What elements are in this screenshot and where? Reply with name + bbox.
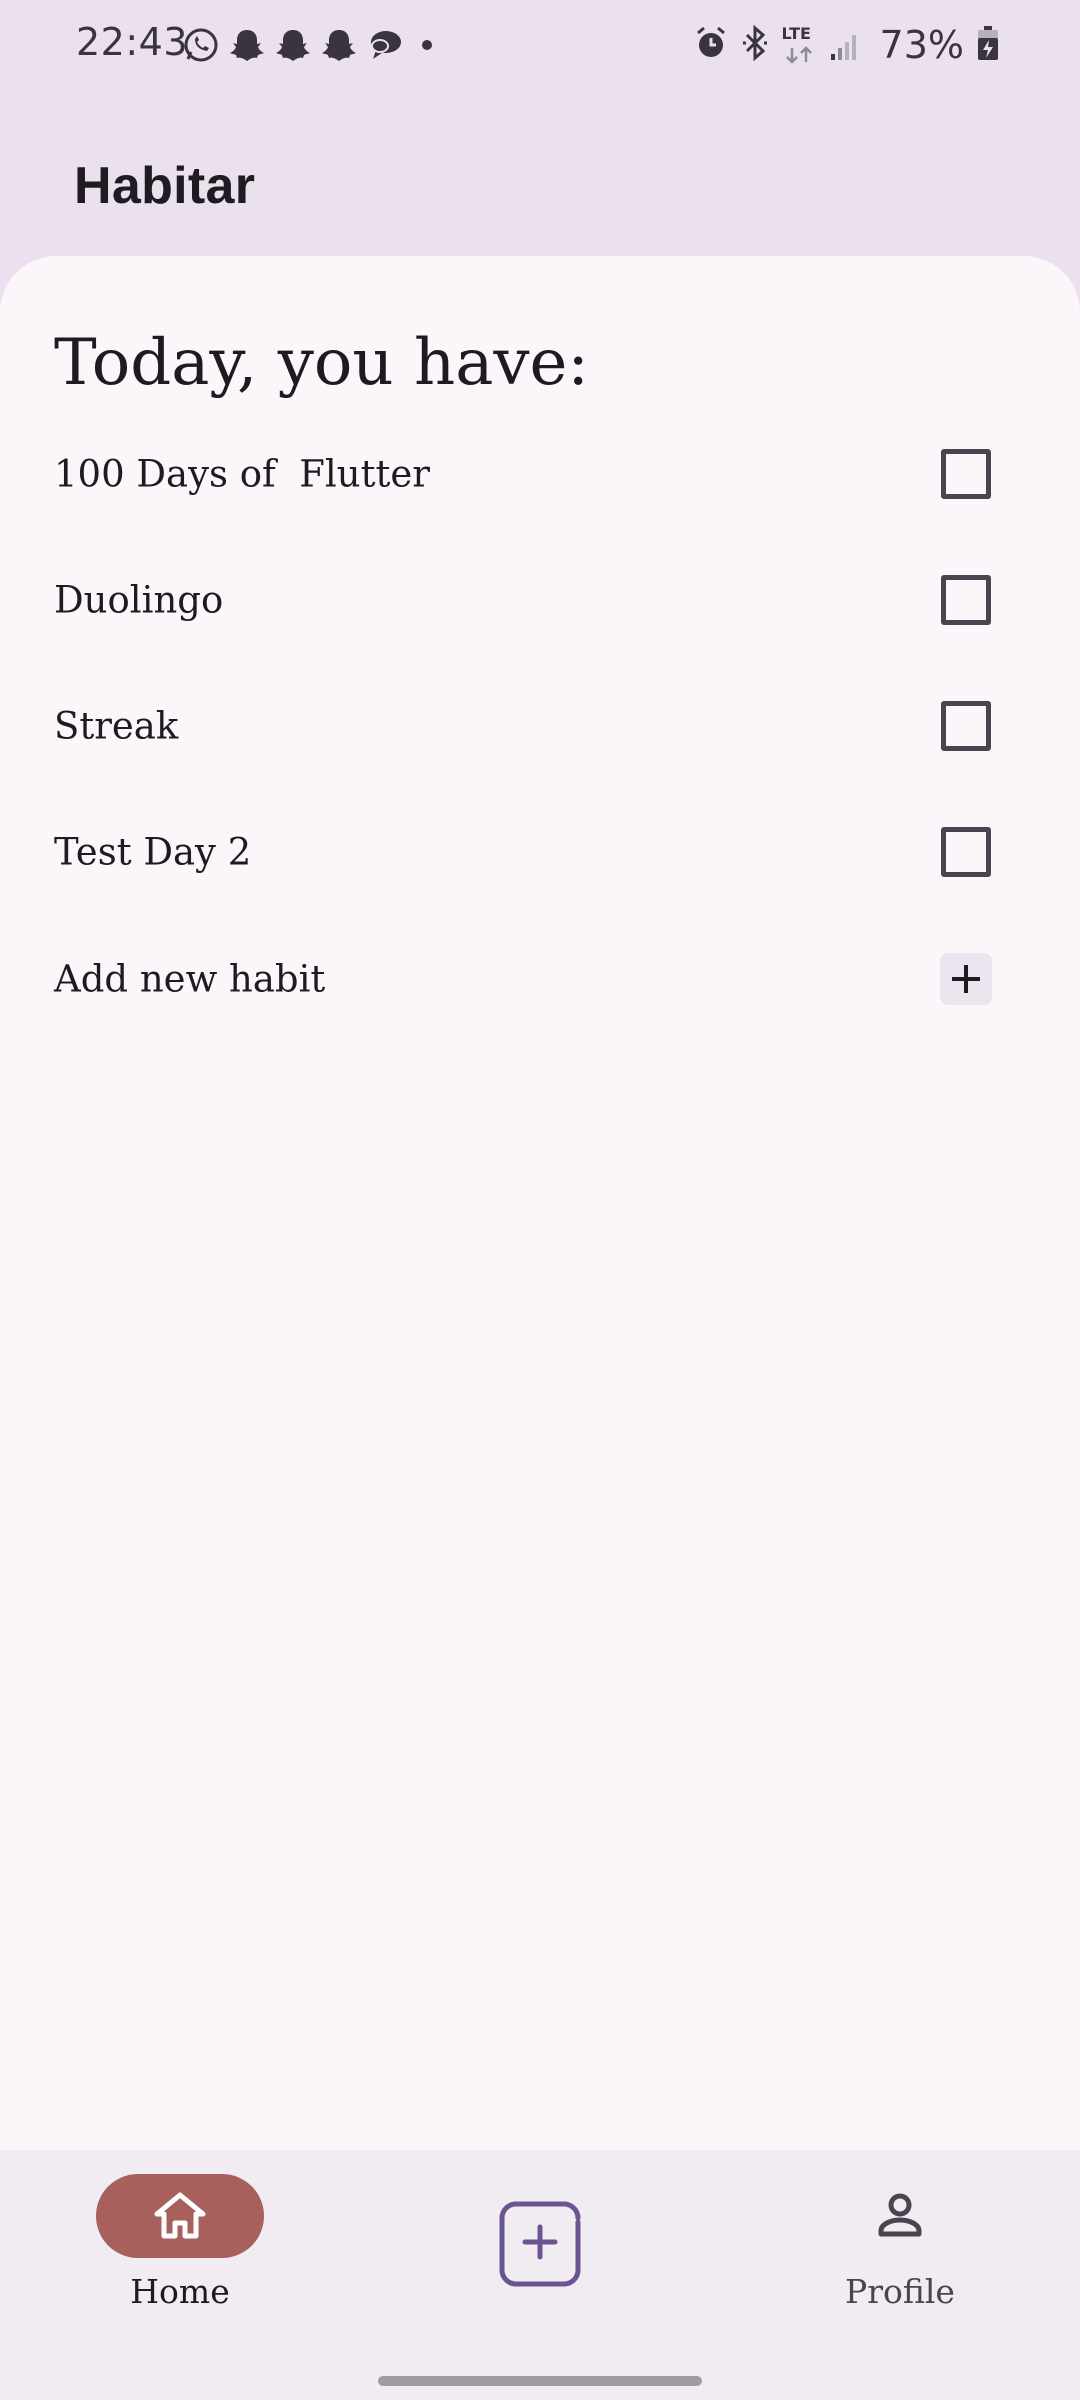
habit-row-duolingo[interactable]: Duolingo (0, 537, 1080, 663)
lte-icon: LTE (782, 24, 818, 66)
plus-icon (952, 965, 980, 993)
battery-percentage: 73% (879, 23, 964, 67)
habit-row-test-day-2[interactable]: Test Day 2 (0, 789, 1080, 915)
habit-label: Streak (54, 704, 179, 748)
add-habit-label: Add new habit (54, 957, 326, 1001)
alarm-icon (694, 24, 728, 66)
battery-charging-icon (976, 24, 1000, 66)
nav-home[interactable]: Home (60, 2150, 300, 2360)
snapchat-icon (228, 26, 266, 64)
active-indicator (96, 2174, 264, 2258)
nav-home-label: Home (130, 2272, 230, 2311)
status-time: 22:43 (76, 20, 189, 64)
snapchat-icon (320, 26, 358, 64)
profile-icon-wrap (816, 2174, 984, 2258)
status-bar: 22:43 LTE 73% (0, 0, 1080, 88)
nav-profile-label: Profile (845, 2272, 955, 2311)
signal-icon (830, 24, 862, 66)
app-title: Habitar (74, 157, 256, 215)
habit-label: 100 Days of Flutter (54, 452, 430, 496)
habit-checkbox[interactable] (941, 827, 991, 877)
habit-label: Duolingo (54, 578, 224, 622)
messages-icon (366, 26, 404, 64)
nav-profile[interactable]: Profile (780, 2150, 1020, 2360)
habit-label: Test Day 2 (54, 830, 252, 874)
habit-row-100-days-of-flutter[interactable]: 100 Days of Flutter (0, 411, 1080, 537)
whatsapp-icon (182, 26, 220, 64)
more-dot-icon (412, 26, 442, 64)
add-habit-button[interactable] (940, 953, 992, 1005)
new-habit-button[interactable] (490, 2192, 590, 2292)
add-habit-row[interactable]: Add new habit (0, 916, 1080, 1042)
notification-icons (182, 22, 442, 68)
person-icon (878, 2193, 922, 2237)
gesture-area (0, 2360, 1080, 2400)
gesture-handle[interactable] (378, 2376, 702, 2386)
system-icons: LTE 73% (694, 22, 1000, 68)
bottom-navigation: Home Profile (0, 2150, 1080, 2360)
bluetooth-icon (740, 24, 770, 66)
snapchat-icon (274, 26, 312, 64)
page-heading: Today, you have: (54, 326, 589, 400)
habit-checkbox[interactable] (941, 449, 991, 499)
habit-checkbox[interactable] (941, 575, 991, 625)
home-icon (154, 2192, 206, 2239)
add-square-icon (499, 2201, 581, 2287)
habits-sheet: Today, you have: 100 Days of Flutter Duo… (0, 256, 1080, 2150)
habit-checkbox[interactable] (941, 701, 991, 751)
habit-row-streak[interactable]: Streak (0, 663, 1080, 789)
